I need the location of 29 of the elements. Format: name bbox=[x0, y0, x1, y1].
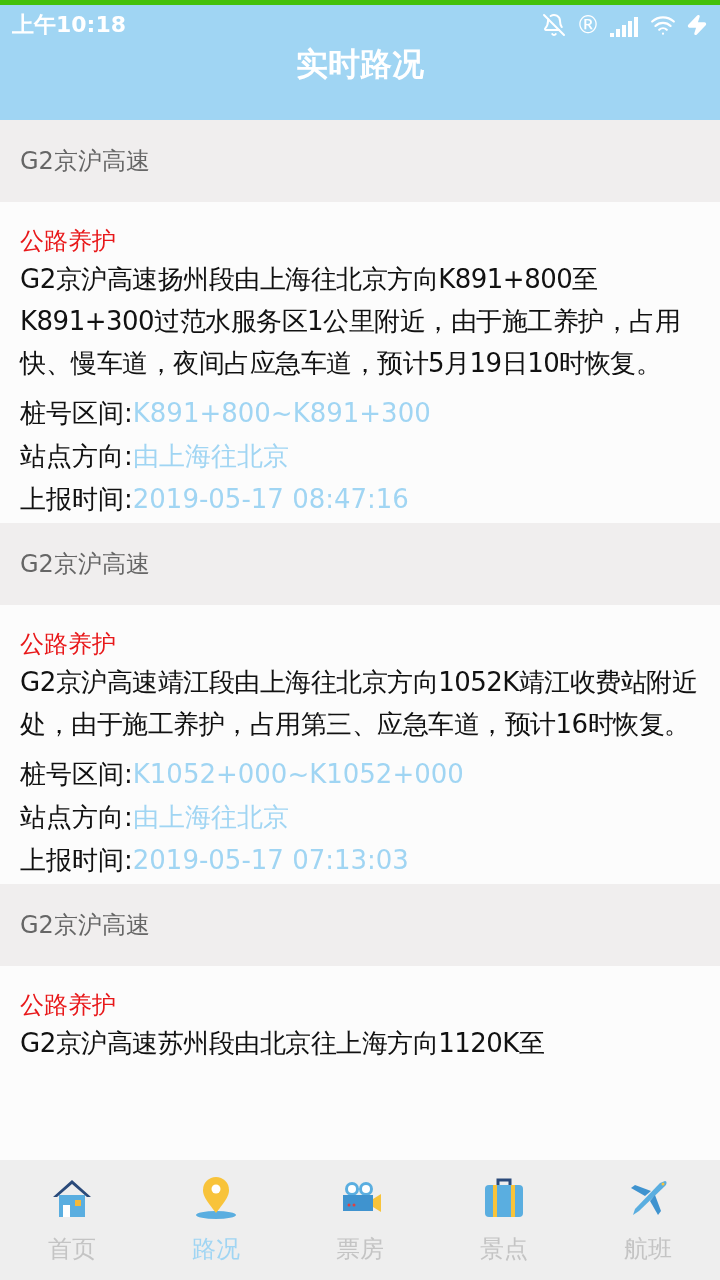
road-name: G2京沪高速 bbox=[0, 120, 720, 202]
field-value: 由上海往北京 bbox=[132, 441, 289, 471]
field-value: K1052+000~K1052+000 bbox=[132, 759, 464, 789]
page-title: 实时路况 bbox=[295, 44, 425, 85]
incident-description: G2京沪高速靖江段由上海往北京方向1052K靖江收费站附近处，由于施工养护，占用第三、应急车道，预计16时恢复。 bbox=[20, 666, 699, 741]
field-label: 桩号区间: bbox=[20, 759, 133, 789]
charging-icon bbox=[686, 14, 708, 36]
incident-description: G2京沪高速扬州段由上海往北京方向K891+800至K891+300过范水服务区1公里附近，由于施工养护，占用快、慢车道，夜间占应急车道，预计5月19日10时恢复。 bbox=[20, 263, 682, 380]
field-label: 上报时间: bbox=[20, 845, 133, 875]
field-label: 站点方向: bbox=[20, 802, 133, 832]
incident-category: 公路养护 bbox=[20, 629, 117, 660]
incident-category: 公路养护 bbox=[20, 226, 117, 257]
field-label: 桩号区间: bbox=[20, 398, 133, 428]
field-value: 由上海往北京 bbox=[132, 802, 289, 832]
status-time: 上午10:18 bbox=[12, 11, 127, 39]
road-name: G2京沪高速 bbox=[0, 884, 720, 966]
field-value: K891+800~K891+300 bbox=[132, 398, 431, 428]
field-label: 上报时间: bbox=[20, 484, 133, 514]
bell-muted-icon bbox=[542, 13, 566, 37]
nav-label: 路况 bbox=[192, 1234, 240, 1265]
road-name: G2京沪高速 bbox=[0, 523, 720, 605]
nav-tab[interactable]: 路况 bbox=[144, 1160, 288, 1280]
registered-mark: ® bbox=[576, 11, 600, 39]
field-label: 站点方向: bbox=[20, 441, 133, 471]
location-pin-icon bbox=[193, 1175, 239, 1221]
incident-category: 公路养护 bbox=[20, 990, 117, 1021]
field-value: 2019-05-17 08:47:16 bbox=[132, 484, 409, 514]
field-value: 2019-05-17 07:13:03 bbox=[132, 845, 409, 875]
incident-description: G2京沪高速苏州段由北京往上海方向1120K至 bbox=[20, 1027, 546, 1060]
